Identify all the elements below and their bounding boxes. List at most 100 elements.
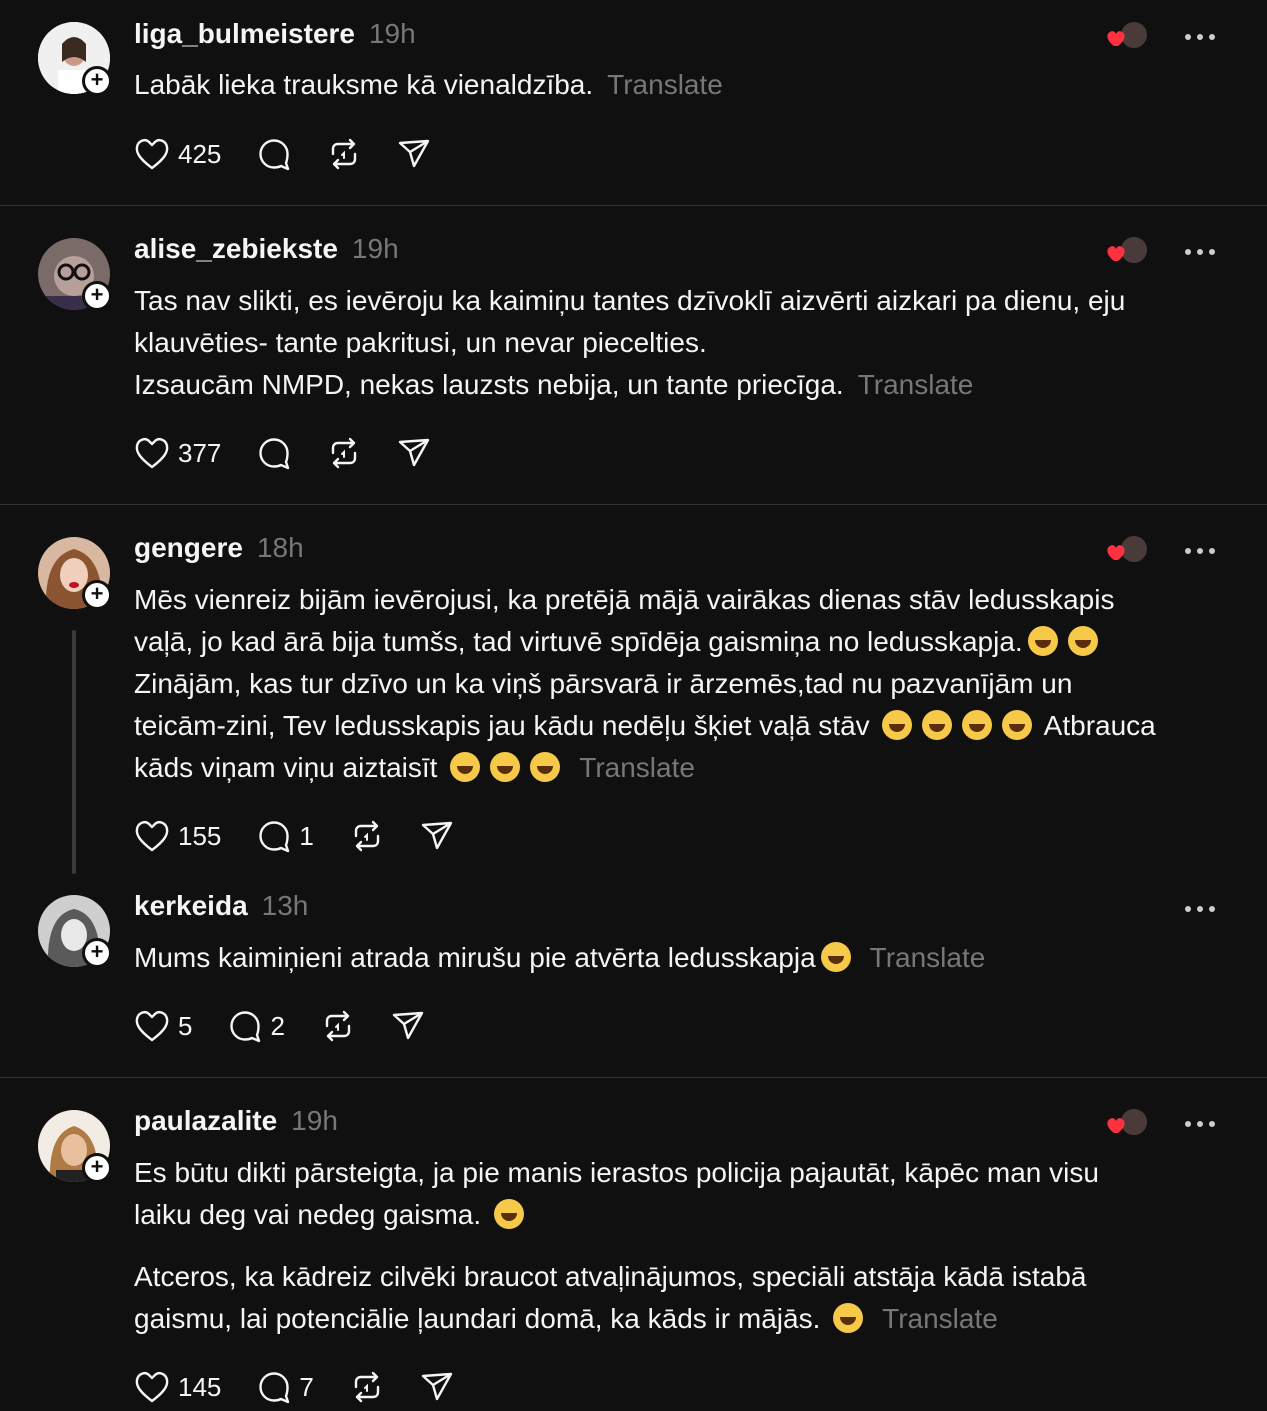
like-count: 425	[178, 138, 222, 169]
share-button[interactable]	[397, 137, 431, 171]
more-dots-icon[interactable]	[1184, 905, 1216, 913]
timestamp[interactable]: 19h	[369, 18, 416, 50]
heart-icon	[135, 1011, 169, 1042]
grinning-face-emoji	[493, 1199, 524, 1229]
rofl-emoji	[490, 752, 521, 782]
post-line: teicām-zini, Tev ledusskapis jau kādu ne…	[134, 710, 870, 741]
timestamp[interactable]: 19h	[291, 1105, 338, 1137]
repost-button[interactable]	[327, 436, 361, 470]
username[interactable]: alise_zebiekste	[134, 233, 338, 265]
repost-button[interactable]	[321, 1009, 355, 1043]
reply-count: 7	[299, 1371, 314, 1402]
translate-link[interactable]: Translate	[607, 69, 723, 100]
more-dots-icon[interactable]	[1184, 547, 1216, 555]
post-line: Mums kaimiņieni atrada mirušu pie atvērt…	[134, 942, 816, 973]
share-button[interactable]	[420, 819, 454, 853]
reply-count: 1	[299, 820, 314, 851]
follow-button[interactable]: +	[82, 281, 112, 311]
timestamp[interactable]: 19h	[352, 233, 399, 265]
reply-button[interactable]	[257, 436, 291, 470]
action-bar: 377	[134, 433, 467, 473]
post-line: Atbrauca	[1043, 710, 1156, 741]
rofl-emoji	[450, 752, 481, 782]
rofl-emoji	[962, 710, 993, 740]
post-divider	[0, 504, 1267, 505]
follow-button[interactable]: +	[82, 66, 112, 96]
share-button[interactable]	[420, 1370, 454, 1404]
like-button[interactable]: 145	[134, 1370, 221, 1404]
more-dots-icon[interactable]	[1184, 33, 1216, 41]
username[interactable]: kerkeida	[134, 890, 248, 922]
more-dots-icon[interactable]	[1184, 248, 1216, 256]
thinking-face-emoji	[820, 942, 851, 972]
like-count: 155	[178, 820, 222, 851]
follow-button[interactable]: +	[82, 1153, 112, 1183]
send-icon	[392, 1011, 424, 1040]
post-text: Tas nav slikti, es ievēroju ka kaimiņu t…	[134, 280, 1224, 406]
timestamp[interactable]: 18h	[257, 532, 304, 564]
repost-button[interactable]	[350, 1370, 384, 1404]
comment-icon	[259, 438, 290, 470]
action-bar: 425	[134, 134, 467, 174]
username[interactable]: gengere	[134, 532, 243, 564]
send-icon	[421, 1372, 453, 1401]
post-header: liga_bulmeistere 19h	[134, 18, 416, 58]
like-button[interactable]: 377	[134, 436, 221, 470]
post-line: Labāk lieka trauksme kā vienaldzība.	[134, 69, 594, 100]
grinning-sweat-emoji	[882, 710, 913, 740]
action-bar: 155 1	[134, 816, 490, 856]
post-line: gaismu, lai potenciālie ļaundari domā, k…	[134, 1303, 821, 1334]
post-header: gengere 18h	[134, 532, 304, 572]
timestamp[interactable]: 13h	[262, 890, 309, 922]
repost-button[interactable]	[327, 137, 361, 171]
action-bar: 145 7	[134, 1367, 490, 1407]
post-text: Mēs vienreiz bijām ievērojusi, ka pretēj…	[134, 579, 1224, 789]
rofl-emoji	[922, 710, 953, 740]
post-line: laiku deg vai nedeg gaisma.	[134, 1199, 482, 1230]
reply-button[interactable]	[257, 137, 291, 171]
translate-link[interactable]: Translate	[882, 1303, 998, 1334]
more-dots-icon[interactable]	[1184, 1120, 1216, 1128]
post-text: Labāk lieka trauksme kā vienaldzība. Tran…	[134, 64, 1224, 106]
post-line: Es būtu dikti pārsteigta, ja pie manis i…	[134, 1157, 1099, 1188]
translate-link[interactable]: Translate	[579, 752, 695, 783]
post-line: kāds viņam viņu aiztaisīt	[134, 752, 438, 783]
liked-by-icon	[1107, 235, 1149, 265]
translate-link[interactable]: Translate	[870, 942, 986, 973]
like-button[interactable]: 425	[134, 137, 221, 171]
repost-icon	[354, 1371, 380, 1403]
heart-icon	[135, 1372, 169, 1403]
rofl-emoji	[530, 752, 561, 782]
username[interactable]: paulazalite	[134, 1105, 277, 1137]
like-button[interactable]: 155	[134, 819, 221, 853]
repost-button[interactable]	[350, 819, 384, 853]
liked-by-icon	[1107, 20, 1149, 50]
follow-button[interactable]: +	[82, 938, 112, 968]
post-header: paulazalite 19h	[134, 1105, 338, 1145]
post-line: Zinājām, kas tur dzīvo un ka viņš pārsva…	[134, 668, 1073, 699]
post-text: Mums kaimiņieni atrada mirušu pie atvērt…	[134, 937, 1224, 979]
thread-line	[72, 630, 76, 874]
reply-button[interactable]: 7	[257, 1370, 314, 1404]
post-line: Izsaucām NMPD, nekas lauzsts nebija, un …	[134, 369, 844, 400]
share-button[interactable]	[391, 1009, 425, 1043]
heart-icon	[135, 139, 169, 170]
repost-icon	[325, 1010, 351, 1042]
reply-button[interactable]: 1	[257, 819, 314, 853]
translate-link[interactable]: Translate	[858, 369, 974, 400]
grinning-sweat-emoji	[833, 1303, 864, 1333]
like-count: 145	[178, 1371, 222, 1402]
post-line: Mēs vienreiz bijām ievērojusi, ka pretēj…	[134, 584, 1115, 615]
post-line: vaļā, jo kad ārā bija tumšs, tad virtuvē…	[134, 626, 1023, 657]
reply-button[interactable]: 2	[228, 1009, 285, 1043]
send-icon	[399, 139, 430, 168]
comment-icon	[259, 1372, 290, 1404]
like-button[interactable]: 5	[134, 1009, 192, 1043]
share-button[interactable]	[397, 436, 431, 470]
follow-button[interactable]: +	[82, 580, 112, 610]
username[interactable]: liga_bulmeistere	[134, 18, 355, 50]
post-text: Es būtu dikti pārsteigta, ja pie manis i…	[134, 1152, 1224, 1340]
send-icon	[399, 438, 430, 467]
comment-icon	[230, 1011, 261, 1043]
comment-icon	[259, 139, 290, 171]
